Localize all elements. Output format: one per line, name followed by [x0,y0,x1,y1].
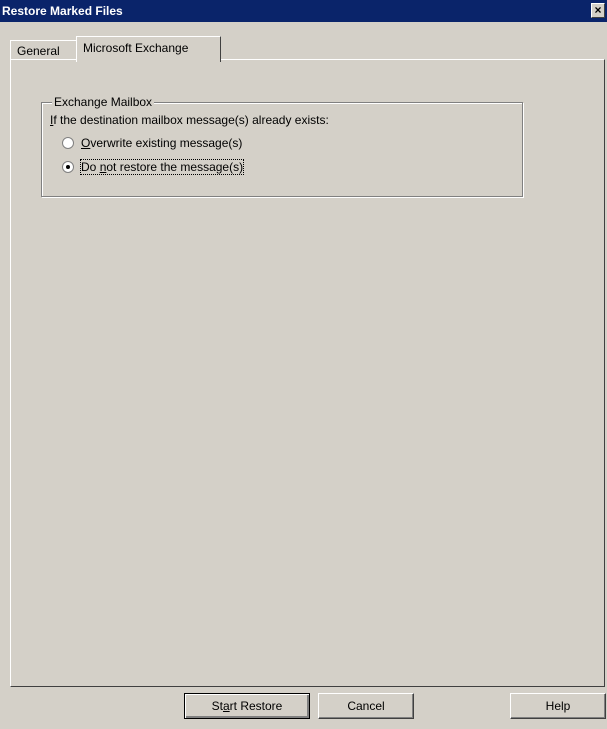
do-not-restore-label: Do not restore the message(s) [79,159,245,175]
close-button[interactable]: × [591,3,605,18]
tab-microsoft-exchange[interactable]: Microsoft Exchange [76,36,221,62]
do-not-restore-label-pre: Do [81,160,100,174]
tab-panel-microsoft-exchange: Exchange Mailbox If the destination mail… [10,59,605,687]
tab-general-label: General [17,44,60,58]
do-not-restore-option[interactable]: Do not restore the message(s) [62,159,245,176]
do-not-restore-radio[interactable] [62,161,74,173]
do-not-restore-label-text: ot restore the message(s) [106,160,244,174]
title-bar: Restore Marked Files × [0,0,607,22]
group-title: Exchange Mailbox [52,95,155,109]
window-title: Restore Marked Files [2,4,123,18]
overwrite-radio[interactable] [62,137,74,149]
start-restore-pre: St [211,699,223,713]
overwrite-option[interactable]: Overwrite existing message(s) [62,136,242,152]
group-prompt: If the destination mailbox message(s) al… [50,113,329,127]
start-restore-button[interactable]: Start Restore [184,693,310,719]
overwrite-access-key: O [81,136,91,150]
exchange-mailbox-group: Exchange Mailbox If the destination mail… [41,95,523,197]
cancel-button[interactable]: Cancel [318,693,414,719]
start-restore-access-key: a [222,699,230,713]
start-restore-post: rt Restore [229,699,283,713]
tab-microsoft-exchange-label: Microsoft Exchange [83,41,189,55]
close-icon: × [594,3,602,17]
prompt-text: f the destination mailbox message(s) alr… [53,113,329,127]
help-button[interactable]: Help [510,693,606,719]
tab-general[interactable]: General [10,40,78,60]
overwrite-label: Overwrite existing message(s) [81,136,242,150]
overwrite-label-text: verwrite existing message(s) [90,136,243,150]
